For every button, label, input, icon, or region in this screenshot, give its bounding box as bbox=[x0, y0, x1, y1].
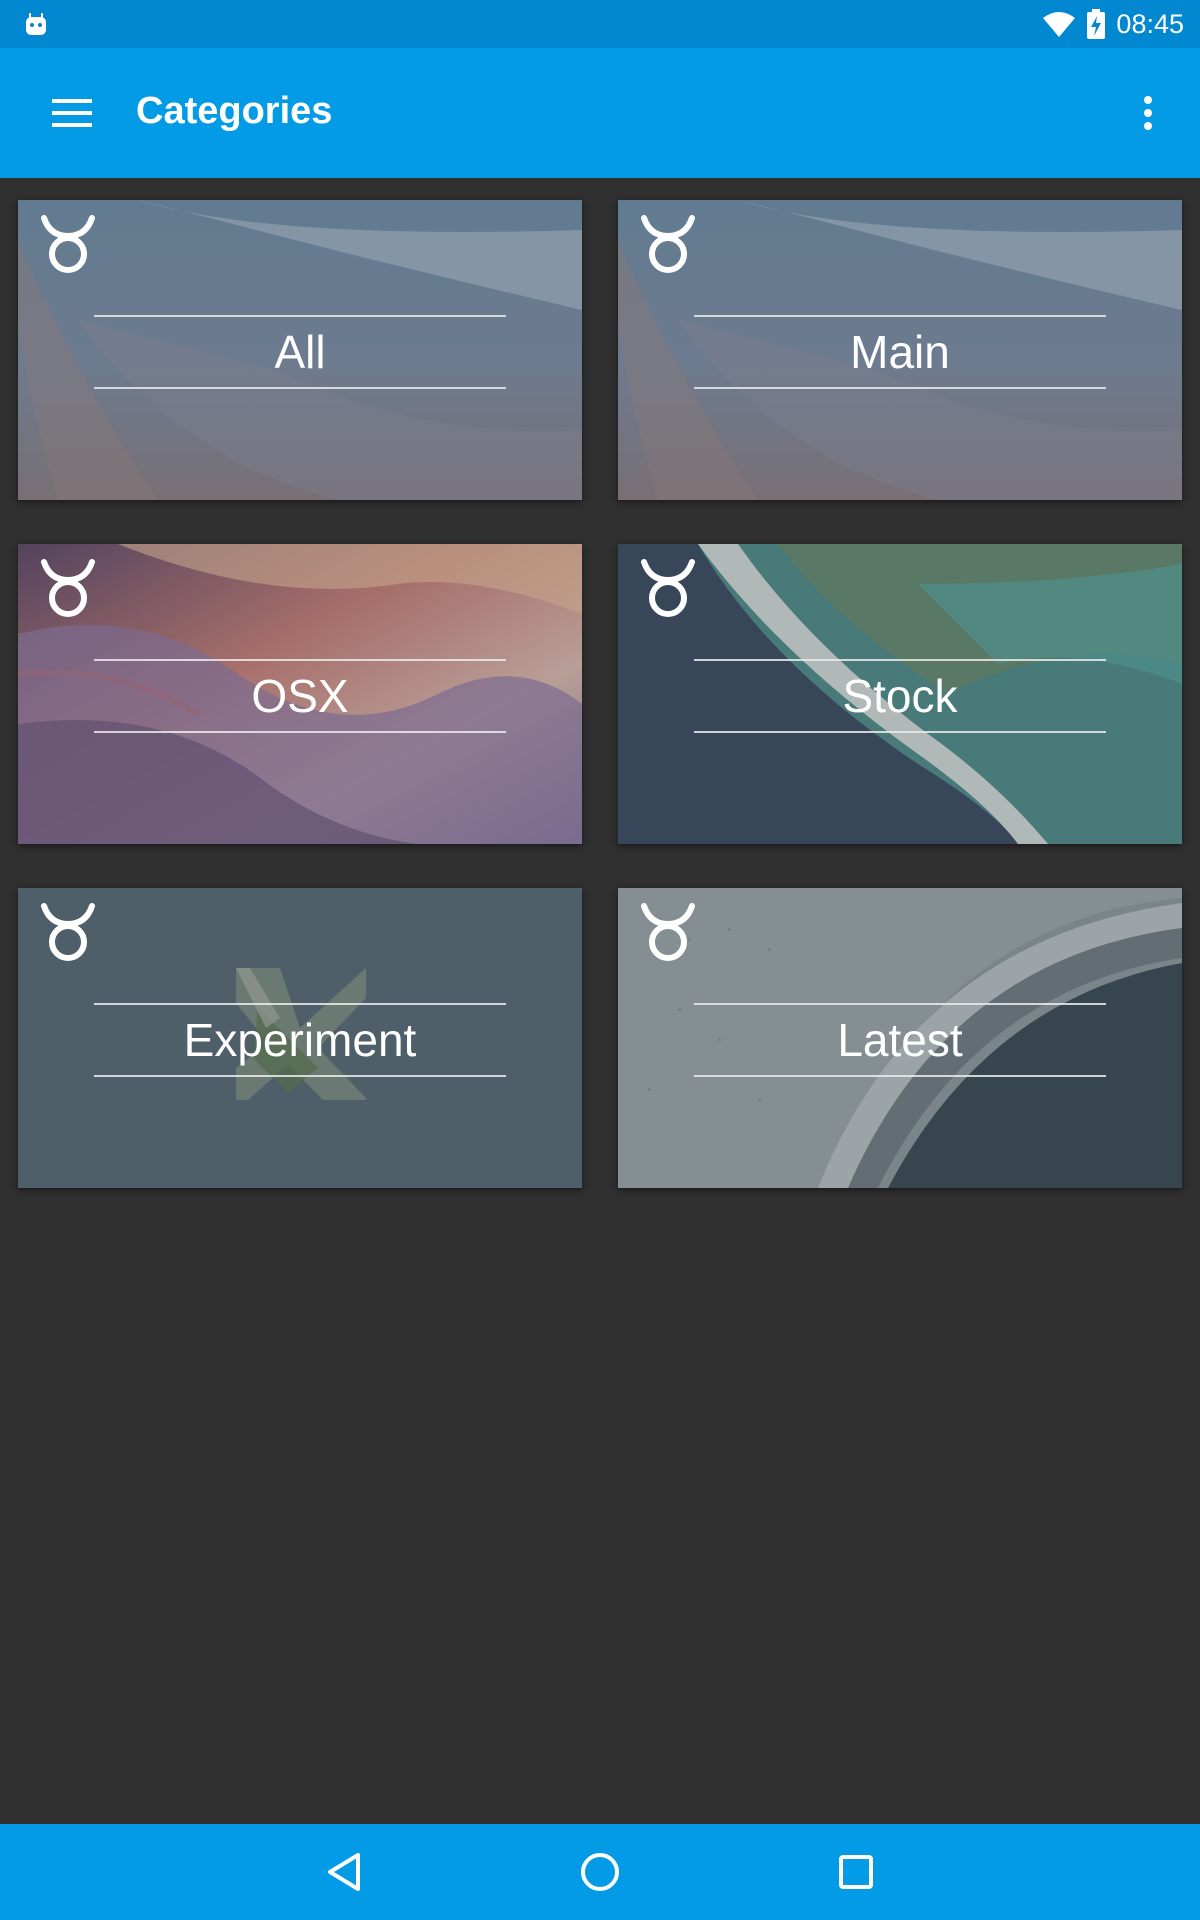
category-label: All bbox=[274, 326, 326, 378]
category-label: OSX bbox=[251, 670, 349, 722]
category-label: Experiment bbox=[183, 1014, 417, 1066]
card-divider-top bbox=[94, 315, 506, 317]
menu-button[interactable] bbox=[40, 88, 104, 138]
status-time: 08:45 bbox=[1116, 8, 1184, 39]
card-divider-top bbox=[694, 659, 1106, 661]
back-triangle-icon bbox=[328, 1853, 360, 1891]
back-button[interactable] bbox=[314, 1842, 374, 1902]
card-divider-top bbox=[94, 1003, 506, 1005]
category-label: Main bbox=[850, 326, 950, 378]
app-bar: Categories bbox=[0, 48, 1200, 178]
card-divider-bottom bbox=[94, 1075, 506, 1077]
taurus-icon bbox=[41, 903, 95, 961]
taurus-icon bbox=[641, 559, 695, 617]
card-divider-bottom bbox=[694, 387, 1106, 389]
recents-button[interactable] bbox=[826, 1842, 886, 1902]
navigation-bar bbox=[0, 1824, 1200, 1920]
recents-square-icon bbox=[839, 1855, 873, 1889]
card-divider-top bbox=[694, 315, 1106, 317]
category-card-stock[interactable]: Stock bbox=[618, 544, 1182, 844]
category-label: Stock bbox=[842, 670, 958, 722]
taurus-icon bbox=[41, 559, 95, 617]
android-debug-icon bbox=[26, 13, 46, 35]
card-divider-bottom bbox=[94, 387, 506, 389]
taurus-icon bbox=[641, 215, 695, 273]
more-vert-icon bbox=[1144, 96, 1152, 130]
category-card-all[interactable]: All bbox=[18, 200, 582, 500]
status-bar: 08:45 bbox=[0, 0, 1200, 48]
card-divider-bottom bbox=[694, 731, 1106, 733]
wifi-icon bbox=[1043, 12, 1076, 37]
home-button[interactable] bbox=[570, 1842, 630, 1902]
card-divider-bottom bbox=[694, 1075, 1106, 1077]
taurus-icon bbox=[41, 215, 95, 273]
hamburger-menu-icon bbox=[52, 99, 92, 127]
card-divider-top bbox=[694, 1003, 1106, 1005]
overflow-menu-button[interactable] bbox=[1124, 88, 1172, 138]
category-card-latest[interactable]: Latest bbox=[618, 888, 1182, 1188]
taurus-icon bbox=[641, 903, 695, 961]
card-divider-top bbox=[94, 659, 506, 661]
category-card-main[interactable]: Main bbox=[618, 200, 1182, 500]
category-label: Latest bbox=[837, 1014, 963, 1066]
category-card-experiment[interactable]: Experiment bbox=[18, 888, 582, 1188]
card-divider-bottom bbox=[94, 731, 506, 733]
home-circle-icon bbox=[581, 1853, 619, 1891]
page-title: Categories bbox=[136, 90, 333, 132]
battery-charging-icon bbox=[1087, 9, 1106, 39]
category-card-osx[interactable]: OSX bbox=[18, 544, 582, 844]
